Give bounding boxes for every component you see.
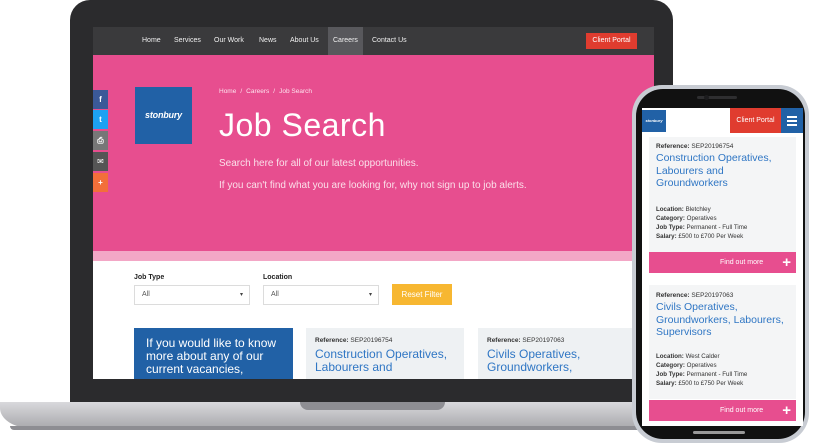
plus-icon: + — [782, 254, 791, 271]
find-out-more-button[interactable]: Find out more + — [649, 252, 796, 273]
laptop-base-shadow — [10, 426, 710, 430]
job-title[interactable]: Construction Operatives, Labourers and G… — [656, 152, 796, 190]
phone-client-portal-button[interactable]: Client Portal — [730, 108, 781, 133]
hero-banner — [93, 55, 654, 251]
device-mockup: Home Services Our Work News About Us Car… — [0, 0, 813, 448]
nav-contact-us[interactable]: Contact Us — [372, 27, 407, 55]
email-icon[interactable]: ✉ — [93, 152, 108, 171]
job-type: Job Type: Permanent - Full Time — [656, 224, 748, 231]
job-reference: Reference: SEP20196754 — [315, 337, 393, 344]
hero-strip — [93, 251, 654, 261]
job-salary: Salary: £500 to £700 Per Week — [656, 233, 744, 240]
job-type-value: All — [142, 291, 150, 298]
job-title[interactable]: Civils Operatives, Groundworkers, Labour… — [656, 301, 796, 339]
job-category: Category: Operatives — [656, 215, 717, 222]
phone-header: stonbury Client Portal — [642, 108, 803, 133]
location-select[interactable]: All ▾ — [263, 285, 379, 305]
hero-subtitle-2: If you can't find what you are looking f… — [219, 180, 527, 191]
laptop-screen: Home Services Our Work News About Us Car… — [93, 27, 654, 379]
nav-careers[interactable]: Careers — [328, 27, 363, 55]
job-reference: Reference: SEP20196754 — [656, 143, 734, 150]
location-value: All — [271, 291, 279, 298]
stonbury-logo[interactable]: stonbury — [135, 87, 192, 144]
phone-camera — [704, 95, 709, 100]
chevron-down-icon: ▾ — [239, 292, 243, 298]
job-card[interactable]: Reference: SEP20197063 Civils Operatives… — [478, 328, 636, 379]
breadcrumb-home[interactable]: Home — [219, 88, 236, 95]
info-card: If you would like to know more about any… — [134, 328, 293, 379]
phone-job-card[interactable]: Reference: SEP20197063 Civils Operatives… — [649, 285, 796, 399]
job-location: Location: West Calder — [656, 353, 720, 360]
phone-job-card[interactable]: Reference: SEP20196754 Construction Oper… — [649, 137, 796, 252]
page-title: Job Search — [219, 107, 386, 143]
find-out-more-label: Find out more — [720, 407, 764, 414]
job-salary: Salary: £500 to £750 Per Week — [656, 380, 744, 387]
job-type-select[interactable]: All ▾ — [134, 285, 250, 305]
job-type: Job Type: Permanent - Full Time — [656, 371, 748, 378]
plus-icon: + — [782, 402, 791, 419]
hamburger-menu-icon[interactable] — [781, 108, 803, 133]
breadcrumb-careers[interactable]: Careers — [246, 88, 269, 95]
info-card-text: If you would like to know more about any… — [146, 336, 277, 376]
facebook-icon[interactable]: f — [93, 90, 108, 109]
nav-news[interactable]: News — [259, 27, 277, 55]
breadcrumb: Home / Careers / Job Search — [219, 88, 312, 95]
nav-services[interactable]: Services — [174, 27, 201, 55]
job-reference: Reference: SEP20197063 — [656, 292, 734, 299]
site-nav: Home Services Our Work News About Us Car… — [93, 27, 654, 55]
phone-home-indicator — [693, 431, 745, 434]
reset-filter-button[interactable]: Reset Filter — [392, 284, 452, 305]
print-icon[interactable]: ⎙ — [93, 131, 108, 150]
plus-icon[interactable]: + — [93, 173, 108, 192]
twitter-icon[interactable]: t — [93, 110, 108, 129]
location-label: Location — [263, 274, 293, 281]
chevron-down-icon: ▾ — [368, 292, 372, 298]
laptop-notch — [300, 402, 445, 410]
job-title[interactable]: Construction Operatives, Labourers and — [315, 348, 463, 374]
phone-screen: stonbury Client Portal Reference: SEP201… — [642, 108, 803, 426]
breadcrumb-job-search: Job Search — [279, 88, 312, 95]
job-type-label: Job Type — [134, 274, 165, 281]
job-reference: Reference: SEP20197063 — [487, 337, 565, 344]
job-card[interactable]: Reference: SEP20196754 Construction Oper… — [306, 328, 464, 379]
nav-home[interactable]: Home — [142, 27, 161, 55]
find-out-more-label: Find out more — [720, 259, 764, 266]
nav-about-us[interactable]: About Us — [290, 27, 319, 55]
job-title[interactable]: Civils Operatives, Groundworkers, — [487, 348, 635, 374]
nav-our-work[interactable]: Our Work — [214, 27, 244, 55]
phone-speaker — [697, 96, 737, 99]
job-location: Location: Bletchley — [656, 206, 711, 213]
client-portal-button[interactable]: Client Portal — [586, 33, 637, 49]
phone-logo[interactable]: stonbury — [642, 110, 666, 132]
hero-subtitle-1: Search here for all of our latest opport… — [219, 158, 419, 169]
find-out-more-button[interactable]: Find out more + — [649, 400, 796, 421]
job-category: Category: Operatives — [656, 362, 717, 369]
